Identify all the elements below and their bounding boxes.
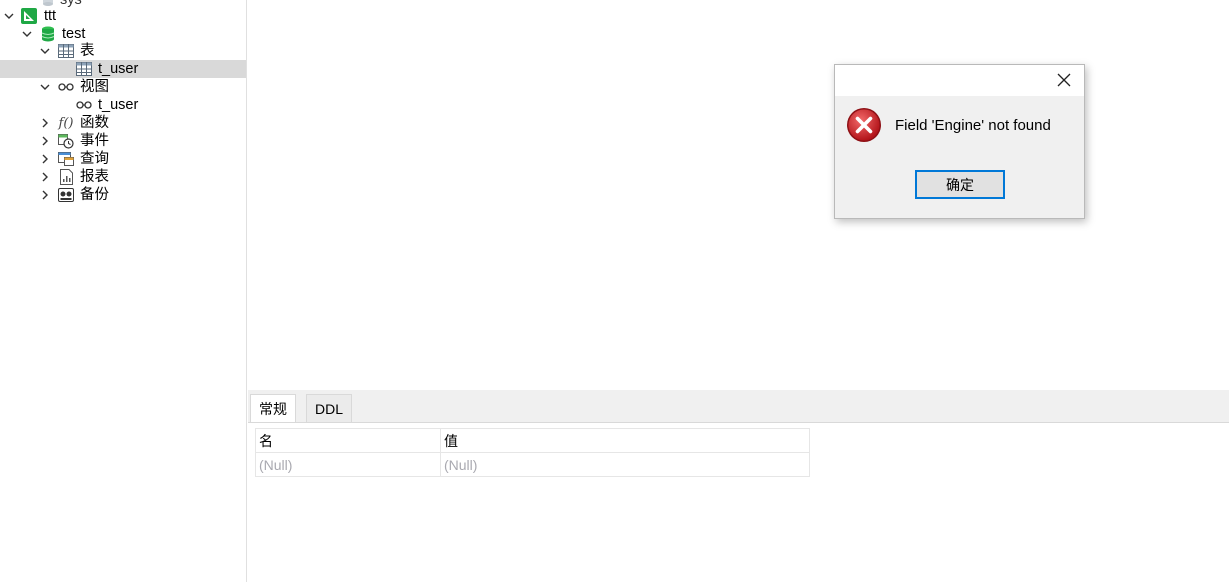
- column-header-value[interactable]: 值: [440, 428, 810, 453]
- chevron-right-icon[interactable]: [38, 132, 52, 150]
- query-icon: [58, 151, 74, 167]
- tree-item-label: 表: [80, 43, 95, 59]
- tree-item-tables[interactable]: 表: [0, 42, 246, 60]
- tree-item-label: 报表: [80, 169, 109, 185]
- chevron-right-icon[interactable]: [38, 150, 52, 168]
- backup-icon: [58, 187, 74, 203]
- tree-item-label: 查询: [80, 151, 109, 167]
- tree-item-label: t_user: [98, 97, 139, 113]
- tree-item-backups[interactable]: 备份: [0, 186, 246, 204]
- chevron-down-icon[interactable]: [38, 42, 52, 60]
- chevron-right-icon[interactable]: [38, 186, 52, 204]
- tree-item-label: 备份: [80, 187, 109, 203]
- cell-value: (Null): [440, 452, 810, 477]
- tab-general[interactable]: 常规: [250, 394, 296, 422]
- tree-item-view-t-user[interactable]: t_user: [0, 96, 246, 114]
- tree-item-connection[interactable]: ttt: [0, 7, 246, 25]
- database-icon: [40, 26, 56, 42]
- chevron-down-icon[interactable]: [20, 25, 34, 43]
- tree-item-label: ttt: [44, 8, 57, 24]
- mysql-connection-icon: [21, 8, 37, 24]
- table-header-row: 名 值: [255, 428, 810, 453]
- navigation-tree[interactable]: sys ttt test 表 t_user 视图 t_user f() 函数 事…: [0, 0, 247, 582]
- tree-item-label: 函数: [80, 115, 109, 131]
- chevron-right-icon[interactable]: [38, 168, 52, 186]
- function-icon: f(): [58, 115, 74, 131]
- tree-item-label: 视图: [80, 79, 109, 95]
- tree-item-queries[interactable]: 查询: [0, 150, 246, 168]
- cell-name: (Null): [255, 452, 441, 477]
- info-tab-bar: 常规 DDL: [248, 390, 1229, 423]
- close-icon[interactable]: [1050, 67, 1078, 93]
- view-glasses-icon: [76, 97, 92, 113]
- tree-item-views[interactable]: 视图: [0, 78, 246, 96]
- report-icon: [58, 169, 74, 185]
- column-header-name[interactable]: 名: [255, 428, 441, 453]
- chevron-down-icon[interactable]: [38, 78, 52, 96]
- tree-item-database[interactable]: test: [0, 25, 246, 43]
- tree-item-reports[interactable]: 报表: [0, 168, 246, 186]
- view-glasses-icon: [58, 79, 74, 95]
- tree-item-table-t-user[interactable]: t_user: [0, 60, 246, 78]
- tree-item-events[interactable]: 事件: [0, 132, 246, 150]
- properties-table: 名 值 (Null) (Null): [255, 428, 810, 477]
- tree-item-label: t_user: [98, 61, 139, 77]
- dialog-message: Field 'Engine' not found: [895, 117, 1051, 134]
- tab-ddl[interactable]: DDL: [306, 394, 353, 422]
- table-row[interactable]: (Null) (Null): [255, 452, 810, 477]
- tree-item-label: 事件: [80, 133, 109, 149]
- ok-button[interactable]: 确定: [915, 170, 1005, 199]
- error-icon: [846, 107, 882, 143]
- tree-item-functions[interactable]: f() 函数: [0, 114, 246, 132]
- chevron-down-icon[interactable]: [2, 7, 16, 25]
- dialog-titlebar[interactable]: [835, 65, 1084, 96]
- tree-item-label: test: [62, 26, 86, 42]
- table-icon: [76, 61, 92, 77]
- chevron-right-icon[interactable]: [38, 114, 52, 132]
- event-clock-icon: [58, 133, 74, 149]
- error-dialog: Field 'Engine' not found 确定: [834, 64, 1085, 219]
- table-icon: [58, 43, 74, 59]
